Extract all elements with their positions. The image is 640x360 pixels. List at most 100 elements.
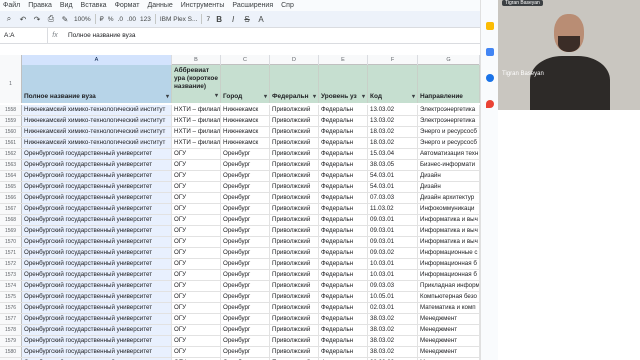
table-cell[interactable]: НХТИ – филиал (172, 138, 221, 148)
row-number[interactable]: 1578 (0, 325, 22, 335)
table-cell[interactable]: 38.03.02 (368, 347, 418, 357)
bold-icon[interactable]: B (214, 14, 224, 24)
table-cell[interactable]: ОГУ (172, 270, 221, 280)
table-cell[interactable]: ОГУ (172, 171, 221, 181)
italic-icon[interactable]: I (228, 14, 238, 24)
table-cell[interactable]: 15.03.04 (368, 149, 418, 159)
font-select[interactable]: IBM Plex S... (160, 16, 198, 23)
menu-item[interactable]: Вставка (81, 2, 107, 9)
paint-format-icon[interactable]: ✎ (60, 14, 70, 24)
table-cell[interactable]: Оренбургский государственный университет (22, 325, 172, 335)
table-cell[interactable]: Федеральн (319, 292, 368, 302)
table-cell[interactable]: Менеджмент (418, 336, 480, 346)
row-number[interactable]: 1570 (0, 237, 22, 247)
table-cell[interactable]: Нижнекамский химико-технологический инст… (22, 116, 172, 126)
row-number[interactable]: 1579 (0, 336, 22, 346)
table-cell[interactable]: Оренбург (221, 303, 270, 313)
table-cell[interactable]: Оренбургский государственный университет (22, 226, 172, 236)
table-cell[interactable]: Оренбург (221, 270, 270, 280)
table-cell[interactable]: 09.03.03 (368, 281, 418, 291)
table-cell[interactable]: Дизайн (418, 171, 480, 181)
table-cell[interactable]: Оренбург (221, 314, 270, 324)
filter-icon[interactable]: ▾ (215, 92, 218, 100)
table-cell[interactable]: ОГУ (172, 314, 221, 324)
filter-icon[interactable]: ▾ (362, 93, 365, 100)
table-cell[interactable]: Федеральн (319, 259, 368, 269)
table-cell[interactable]: Бизнес-информати (418, 160, 480, 170)
table-cell[interactable]: 09.03.01 (368, 215, 418, 225)
table-cell[interactable]: Информационная б (418, 270, 480, 280)
table-cell[interactable]: Оренбургский государственный университет (22, 182, 172, 192)
table-cell[interactable]: Энерго и ресурсосб (418, 127, 480, 137)
row-number[interactable]: 1564 (0, 171, 22, 181)
table-cell[interactable]: Федеральн (319, 105, 368, 115)
table-cell[interactable]: Дизайн архитектур (418, 193, 480, 203)
table-cell[interactable]: Информатика и выч (418, 215, 480, 225)
header-cell-city[interactable]: Город ▾ (221, 65, 270, 103)
table-cell[interactable]: Нижнекамск (221, 116, 270, 126)
redo-icon[interactable]: ↷ (32, 14, 42, 24)
row-number[interactable]: 1572 (0, 259, 22, 269)
table-cell[interactable]: Менеджмент (418, 347, 480, 357)
table-cell[interactable]: Оренбург (221, 226, 270, 236)
table-cell[interactable]: Приволжский (270, 237, 319, 247)
table-cell[interactable]: Оренбург (221, 336, 270, 346)
strikethrough-icon[interactable]: S (242, 14, 252, 24)
header-cell-direction[interactable]: Направление (418, 65, 480, 103)
table-cell[interactable]: Информатика и выч (418, 237, 480, 247)
table-cell[interactable]: 38.03.02 (368, 314, 418, 324)
table-cell[interactable]: 10.03.01 (368, 259, 418, 269)
column-header-g[interactable]: G (418, 55, 480, 65)
filter-icon[interactable]: ▾ (166, 93, 169, 100)
contacts-icon[interactable] (486, 74, 494, 82)
formula-input[interactable]: Полное название вуза (62, 32, 135, 39)
table-cell[interactable]: Приволжский (270, 248, 319, 258)
table-cell[interactable]: Информационная б (418, 259, 480, 269)
table-cell[interactable]: Электроэнергетика (418, 105, 480, 115)
font-size-input[interactable]: 7 (206, 16, 210, 23)
table-cell[interactable]: Оренбургский государственный университет (22, 237, 172, 247)
table-cell[interactable]: Федеральн (319, 215, 368, 225)
table-cell[interactable]: Оренбургский государственный университет (22, 215, 172, 225)
table-cell[interactable]: Приволжский (270, 138, 319, 148)
table-cell[interactable]: ОГУ (172, 237, 221, 247)
table-cell[interactable]: Оренбургский государственный университет (22, 259, 172, 269)
table-cell[interactable]: 11.03.02 (368, 204, 418, 214)
table-cell[interactable]: НХТИ – филиал (172, 116, 221, 126)
currency-button[interactable]: ₽ (100, 15, 104, 23)
table-cell[interactable]: Приволжский (270, 325, 319, 335)
table-cell[interactable]: 09.03.02 (368, 248, 418, 258)
table-cell[interactable]: Оренбургский государственный университет (22, 281, 172, 291)
table-cell[interactable]: Оренбург (221, 204, 270, 214)
table-cell[interactable]: Менеджмент (418, 325, 480, 335)
menu-item[interactable]: Расширения (232, 2, 273, 9)
number-format-button[interactable]: 123 (140, 16, 151, 23)
table-cell[interactable]: 07.03.03 (368, 193, 418, 203)
table-cell[interactable]: ОГУ (172, 204, 221, 214)
table-cell[interactable]: Нижнекамск (221, 138, 270, 148)
table-cell[interactable]: Оренбург (221, 325, 270, 335)
search-icon[interactable]: ⌕ (4, 14, 14, 24)
filter-icon[interactable]: ▾ (264, 93, 267, 100)
table-cell[interactable]: ОГУ (172, 182, 221, 192)
table-cell[interactable]: Оренбург (221, 281, 270, 291)
header-cell-level[interactable]: Уровень уз ▾ (319, 65, 368, 103)
table-cell[interactable]: Федеральн (319, 314, 368, 324)
table-cell[interactable]: 10.05.01 (368, 292, 418, 302)
table-cell[interactable]: Оренбург (221, 182, 270, 192)
table-cell[interactable]: ОГУ (172, 259, 221, 269)
table-cell[interactable]: 18.03.02 (368, 127, 418, 137)
table-cell[interactable]: Федеральн (319, 336, 368, 346)
column-header-e[interactable]: E (319, 55, 368, 65)
table-cell[interactable]: НХТИ – филиал (172, 105, 221, 115)
column-header-b[interactable]: B (172, 55, 221, 65)
row-number[interactable]: 1561 (0, 138, 22, 148)
table-cell[interactable]: ОГУ (172, 292, 221, 302)
table-cell[interactable]: Федеральн (319, 303, 368, 313)
row-number[interactable]: 1580 (0, 347, 22, 357)
table-cell[interactable]: Оренбургский государственный университет (22, 248, 172, 258)
table-cell[interactable]: Приволжский (270, 347, 319, 357)
table-cell[interactable]: Приволжский (270, 171, 319, 181)
table-cell[interactable]: ОГУ (172, 248, 221, 258)
header-cell-district[interactable]: Федеральн ▾ (270, 65, 319, 103)
